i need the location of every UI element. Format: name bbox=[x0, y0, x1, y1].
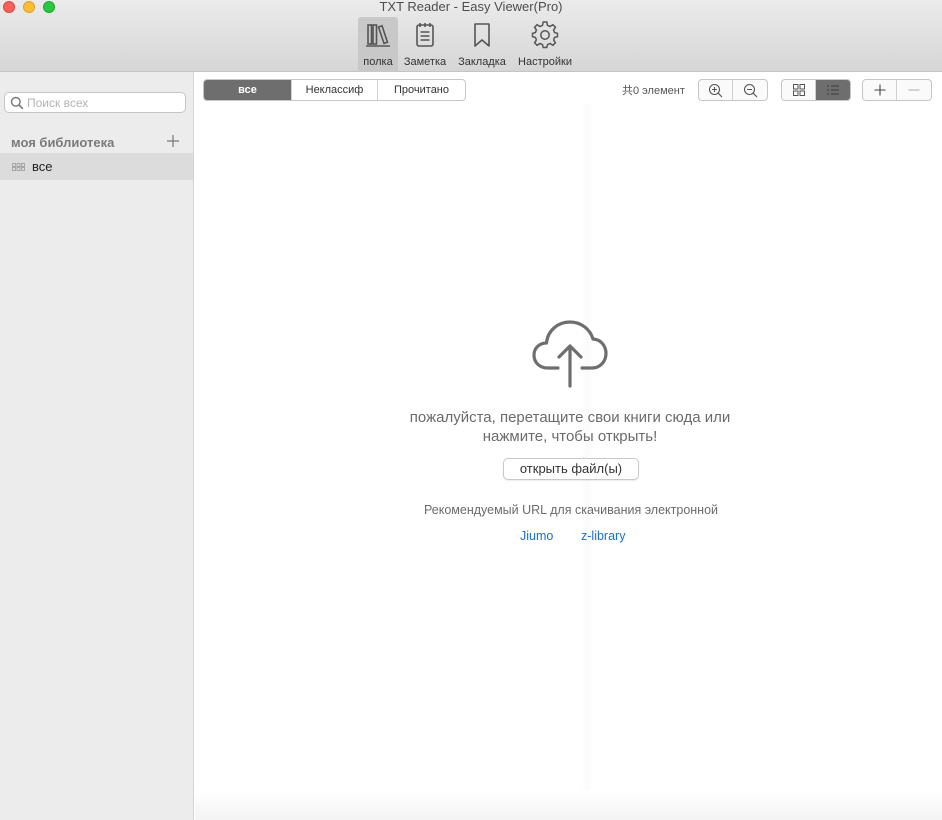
sidebar: моя библиотека все bbox=[0, 72, 194, 820]
empty-state-line-1: пожалуйста, перетащите свои книги сюда и… bbox=[409, 409, 731, 426]
add-remove-controls bbox=[862, 79, 932, 101]
grid-view-button[interactable] bbox=[782, 80, 816, 100]
toolbar-notes-label: Заметка bbox=[403, 56, 447, 68]
recommend-text: Рекомендуемый URL для скачивания электро… bbox=[423, 503, 719, 517]
empty-state-line-2: нажмите, чтобы открыть! bbox=[482, 428, 658, 445]
search-box[interactable] bbox=[4, 92, 186, 113]
minus-icon bbox=[908, 89, 920, 91]
notepad-icon bbox=[416, 23, 434, 47]
toolbar-bookmark-button[interactable]: Закладка bbox=[455, 17, 509, 72]
toolbar-shelf-button[interactable]: полка bbox=[358, 17, 398, 72]
zoom-out-button[interactable] bbox=[733, 80, 767, 100]
cloud-upload-icon[interactable] bbox=[530, 318, 610, 390]
empty-state-message: пожалуйста, перетащите свои книги сюда и… bbox=[370, 408, 770, 446]
bottom-shade bbox=[195, 790, 942, 820]
window-title: TXT Reader - Easy Viewer(Pro) bbox=[379, 0, 563, 14]
toolbar-settings-button[interactable]: Настройки bbox=[514, 17, 576, 72]
list-view-button[interactable] bbox=[816, 80, 850, 100]
search-icon bbox=[10, 96, 24, 110]
toolbar-shelf-label: полка bbox=[363, 56, 393, 68]
zoom-out-icon bbox=[743, 83, 757, 97]
bookmark-icon bbox=[474, 23, 490, 47]
zoom-controls bbox=[698, 79, 768, 101]
toolbar-bookmark-label: Закладка bbox=[458, 56, 506, 68]
gear-icon bbox=[531, 21, 559, 49]
item-count: 共0 элемент bbox=[622, 85, 685, 97]
sidebar-item-all-label: все bbox=[32, 159, 53, 174]
grid-view-icon bbox=[792, 84, 805, 96]
grid-icon bbox=[12, 163, 25, 171]
search-input[interactable] bbox=[27, 94, 182, 111]
link-z-library[interactable]: z-library bbox=[581, 529, 625, 543]
list-view-icon bbox=[827, 85, 839, 95]
remove-button[interactable] bbox=[897, 80, 931, 100]
toolbar-settings-label: Настройки bbox=[518, 56, 572, 68]
library-title: моя библиотека bbox=[11, 135, 115, 150]
add-button[interactable] bbox=[863, 80, 897, 100]
link-jiumo[interactable]: Jiumo bbox=[520, 529, 553, 543]
window-titlebar: TXT Reader - Easy Viewer(Pro) полка Заме… bbox=[0, 0, 942, 72]
toolbar-notes-button[interactable]: Заметка bbox=[400, 17, 450, 72]
bookshelf-icon bbox=[366, 24, 390, 47]
tab-all[interactable]: все bbox=[204, 80, 292, 100]
sidebar-item-all[interactable]: все bbox=[0, 153, 193, 180]
tab-read[interactable]: Прочитано bbox=[378, 80, 465, 100]
tab-unclassified[interactable]: Неклассиф bbox=[292, 80, 378, 100]
view-mode-controls bbox=[781, 79, 851, 101]
add-library-icon[interactable] bbox=[165, 133, 181, 149]
zoom-in-button[interactable] bbox=[699, 80, 733, 100]
plus-icon bbox=[874, 84, 885, 96]
open-files-button[interactable]: открыть файл(ы) bbox=[503, 458, 639, 480]
filter-segmented-control: все Неклассиф Прочитано bbox=[203, 79, 466, 101]
zoom-in-icon bbox=[708, 83, 723, 97]
